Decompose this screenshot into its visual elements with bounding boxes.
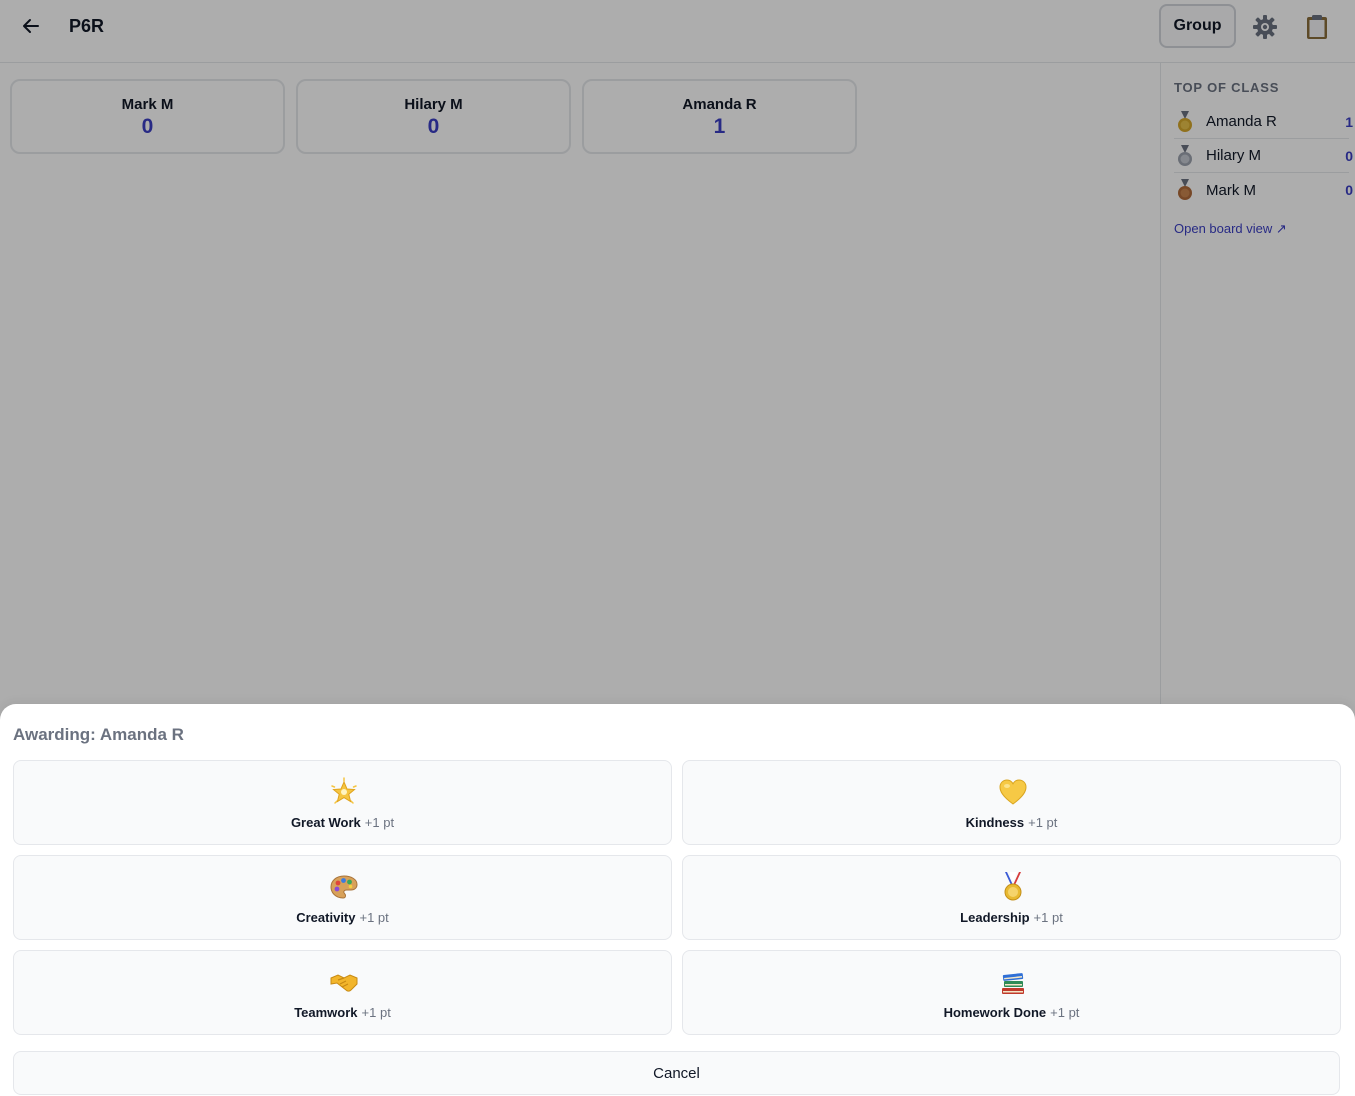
award-name: Great Work: [290, 815, 361, 830]
artist-palette-icon: [330, 875, 358, 899]
handshake-icon: [330, 974, 358, 992]
app-root: P6R Group Mark M 0 Hilary M 0 Amanda R 1…: [0, 0, 1355, 1096]
award-name: Kindness: [965, 815, 1025, 830]
award-creativity-button[interactable]: Creativity +1 pt: [13, 855, 672, 940]
award-points: +1 pt: [1033, 910, 1063, 925]
medal-icon: [1004, 872, 1022, 901]
award-name: Leadership: [960, 910, 1030, 925]
cancel-button[interactable]: Cancel: [13, 1051, 1340, 1095]
award-homework-done-button[interactable]: Homework Done +1 pt: [682, 950, 1341, 1035]
award-name: Homework Done: [943, 1005, 1047, 1020]
award-kindness-button[interactable]: Kindness +1 pt: [682, 760, 1341, 845]
award-name: Creativity: [296, 910, 356, 925]
award-points: +1 pt: [1050, 1005, 1080, 1020]
award-leadership-button[interactable]: Leadership +1 pt: [682, 855, 1341, 940]
award-points: +1 pt: [364, 815, 395, 830]
award-sheet: Awarding: Amanda R Great Work +1 pt Kind…: [0, 704, 1355, 1096]
sheet-title: Awarding: Amanda R: [13, 725, 184, 744]
award-points: +1 pt: [1028, 815, 1058, 830]
award-great-work-button[interactable]: Great Work +1 pt: [13, 760, 672, 845]
award-name: Teamwork: [294, 1005, 358, 1020]
books-icon: [1002, 973, 1024, 994]
award-points: +1 pt: [359, 910, 389, 925]
glowing-star-icon: [331, 777, 357, 804]
award-points: +1 pt: [361, 1005, 391, 1020]
award-teamwork-button[interactable]: Teamwork +1 pt: [13, 950, 672, 1035]
yellow-heart-icon: [999, 779, 1027, 805]
